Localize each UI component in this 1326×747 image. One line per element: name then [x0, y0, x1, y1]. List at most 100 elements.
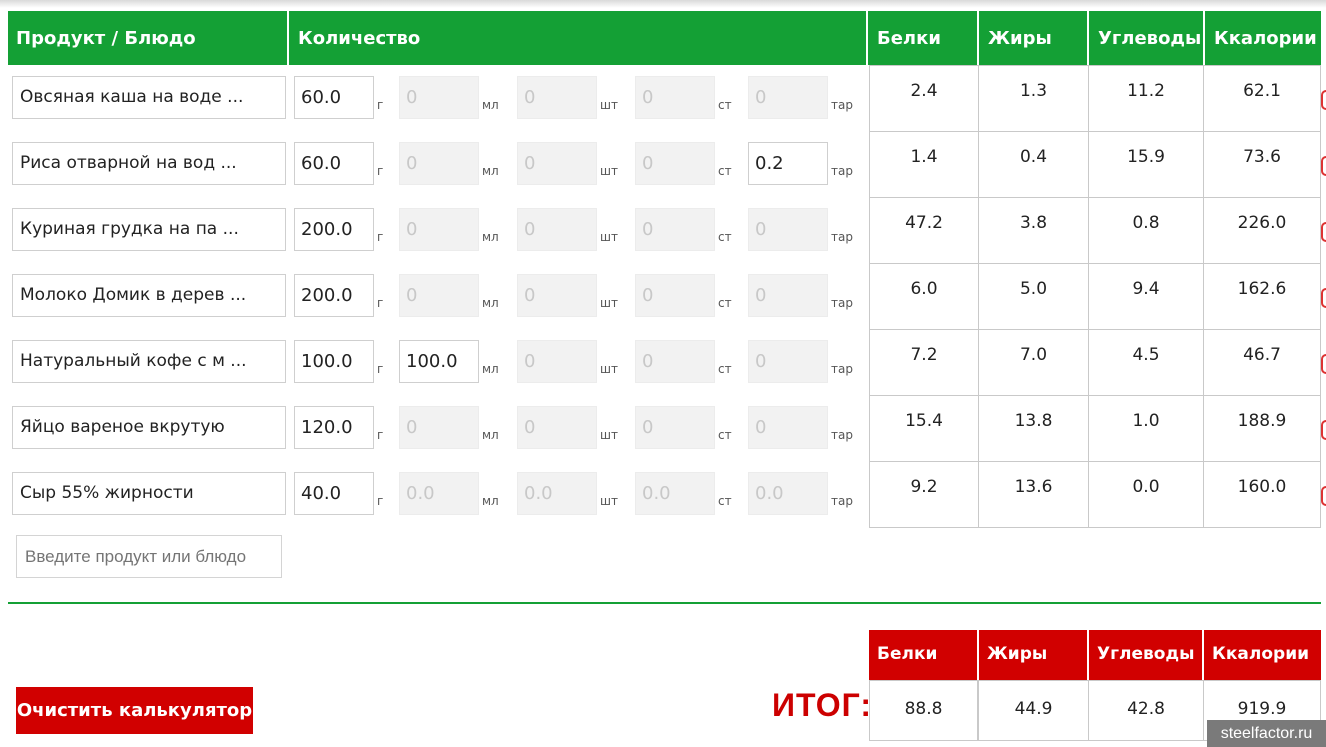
unit-label: мл: [482, 296, 499, 310]
unit-label: мл: [482, 362, 499, 376]
quantity-input-pcs[interactable]: 0: [517, 142, 597, 185]
unit-label: тар: [831, 428, 853, 442]
remove-row-icon[interactable]: [1321, 354, 1326, 374]
nutrient-value: 4.5: [1132, 345, 1160, 365]
product-name-field[interactable]: Куриная грудка на па ...: [12, 208, 286, 251]
quantity-input-pack[interactable]: 0.0: [748, 472, 828, 515]
quantity-input-pcs[interactable]: 0: [517, 340, 597, 383]
product-row: Яйцо вареное вкрутую 120.0 г 0 мл 0 шт 0 ст 0 тар: [0, 396, 868, 462]
fats-cell: 5.0: [978, 263, 1089, 330]
quantity-input-ml[interactable]: 0: [399, 406, 479, 449]
quantity-input-cup[interactable]: 0: [635, 274, 715, 317]
proteins-cell: 6.0: [869, 263, 979, 330]
remove-row-icon[interactable]: [1321, 486, 1326, 506]
product-name-field[interactable]: Сыр 55% жирности: [12, 472, 286, 515]
quantity-input-cup[interactable]: 0.0: [635, 472, 715, 515]
nutrient-value: 73.6: [1243, 147, 1281, 167]
quantity-input-cup[interactable]: 0: [635, 76, 715, 119]
remove-row-icon[interactable]: [1321, 420, 1326, 440]
product-row: Овсяная каша на воде ... 60.0 г 0 мл 0 шт 0 ст 0 т…: [0, 66, 868, 132]
quantity-input-ml[interactable]: 0: [399, 76, 479, 119]
quantity-input-pack[interactable]: 0: [748, 406, 828, 449]
nutrient-value: 162.6: [1237, 279, 1287, 299]
fats-cell: 7.0: [978, 329, 1089, 396]
quantity-input-cup[interactable]: 0: [635, 142, 715, 185]
quantity-input-g[interactable]: 40.0: [294, 472, 374, 515]
unit-label: тар: [831, 362, 853, 376]
quantity-input-pack[interactable]: 0: [748, 274, 828, 317]
proteins-cell: 15.4: [869, 395, 979, 462]
unit-label: ст: [718, 164, 732, 178]
unit-label: мл: [482, 428, 499, 442]
quantity-input-g[interactable]: 120.0: [294, 406, 374, 449]
product-name-field[interactable]: Натуральный кофе с м ...: [12, 340, 286, 383]
product-name-field[interactable]: Яйцо вареное вкрутую: [12, 406, 286, 449]
quantity-input-g[interactable]: 100.0: [294, 340, 374, 383]
nutrient-value: 7.0: [1019, 345, 1048, 365]
calories-cell: 226.0: [1203, 197, 1321, 264]
product-name-field[interactable]: Молоко Домик в дерев ...: [12, 274, 286, 317]
unit-label: шт: [600, 230, 618, 244]
quantity-input-cup[interactable]: 0: [635, 340, 715, 383]
unit-label: г: [377, 296, 384, 310]
quantity-input-pack[interactable]: 0: [748, 208, 828, 251]
quantity-input-pcs[interactable]: 0.0: [517, 472, 597, 515]
remove-row-icon[interactable]: [1321, 222, 1326, 242]
calories-cell: 46.7: [1203, 329, 1321, 396]
quantity-input-pcs[interactable]: 0: [517, 406, 597, 449]
quantity-input-ml[interactable]: 0.0: [399, 472, 479, 515]
carbs-cell: 9.4: [1088, 263, 1204, 330]
fats-cell: 13.8: [978, 395, 1089, 462]
total-header-calories: Ккалории: [1204, 630, 1321, 680]
fats-cell: 1.3: [978, 65, 1089, 132]
total-fats: 44.9: [978, 680, 1089, 741]
calories-cell: 62.1: [1203, 65, 1321, 132]
quantity-input-ml[interactable]: 100.0: [399, 340, 479, 383]
nutrient-value: 13.6: [1014, 477, 1053, 497]
proteins-cell: 7.2: [869, 329, 979, 396]
nutrient-value: 5.0: [1019, 279, 1048, 299]
nutrient-value: 3.8: [1019, 213, 1048, 233]
remove-row-icon[interactable]: [1321, 90, 1326, 110]
quantity-input-ml[interactable]: 0: [399, 208, 479, 251]
quantity-input-pack[interactable]: 0: [748, 76, 828, 119]
product-name-field[interactable]: Овсяная каша на воде ...: [12, 76, 286, 119]
fats-cell: 0.4: [978, 131, 1089, 198]
quantity-input-pack[interactable]: 0.2: [748, 142, 828, 185]
quantity-input-g[interactable]: 200.0: [294, 208, 374, 251]
nutrient-value: 7.2: [910, 345, 938, 365]
quantity-input-pack[interactable]: 0: [748, 340, 828, 383]
remove-row-icon[interactable]: [1321, 156, 1326, 176]
unit-label: мл: [482, 230, 499, 244]
unit-label: ст: [718, 428, 732, 442]
quantity-input-cup[interactable]: 0: [635, 208, 715, 251]
clear-calculator-button[interactable]: Очистить калькулятор: [16, 687, 253, 734]
header-proteins: Белки: [868, 11, 977, 65]
nutrient-value: 62.1: [1243, 81, 1281, 101]
product-search-input[interactable]: [16, 535, 282, 578]
quantity-input-g[interactable]: 60.0: [294, 142, 374, 185]
carbs-cell: 4.5: [1088, 329, 1204, 396]
nutrient-value: 9.2: [910, 477, 938, 497]
quantity-input-pcs[interactable]: 0: [517, 76, 597, 119]
calories-cell: 160.0: [1203, 461, 1321, 528]
nutrient-value: 6.0: [910, 279, 938, 299]
quantity-input-ml[interactable]: 0: [399, 142, 479, 185]
quantity-input-g[interactable]: 60.0: [294, 76, 374, 119]
calories-cell: 73.6: [1203, 131, 1321, 198]
total-header-carbs: Углеводы: [1089, 630, 1202, 680]
total-header-fats: Жиры: [979, 630, 1087, 680]
nutrient-value: 0.4: [1019, 147, 1048, 167]
nutrient-value: 15.4: [905, 411, 943, 431]
quantity-input-cup[interactable]: 0: [635, 406, 715, 449]
nutrient-value: 9.4: [1132, 279, 1160, 299]
remove-row-icon[interactable]: [1321, 288, 1326, 308]
quantity-input-pcs[interactable]: 0: [517, 208, 597, 251]
quantity-input-g[interactable]: 200.0: [294, 274, 374, 317]
product-name-field[interactable]: Риса отварной на вод ...: [12, 142, 286, 185]
total-header-proteins: Белки: [869, 630, 977, 680]
quantity-input-pcs[interactable]: 0: [517, 274, 597, 317]
quantity-input-ml[interactable]: 0: [399, 274, 479, 317]
nutrient-value: 11.2: [1127, 81, 1165, 101]
nutrient-value: 1.0: [1132, 411, 1160, 431]
